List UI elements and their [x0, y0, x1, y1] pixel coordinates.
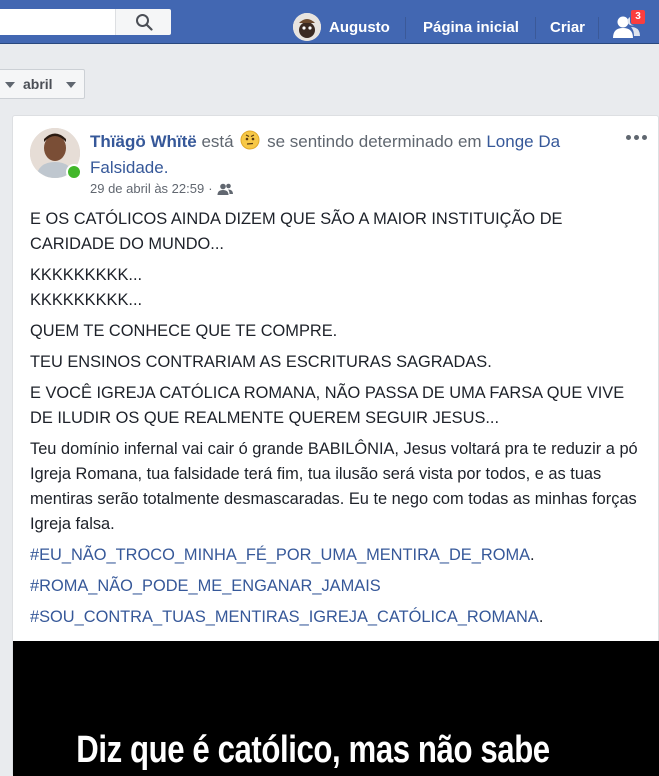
post-body: E OS CATÓLICOS AINDA DIZEM QUE SÃO A MAI… [30, 207, 642, 636]
user-avatar [293, 13, 321, 41]
home-link[interactable]: Página inicial [423, 19, 519, 36]
esta-text: está [201, 132, 234, 151]
hashtag-line: #EU_NÃO_TROCO_MINHA_FÉ_POR_UMA_MENTIRA_D… [30, 543, 642, 568]
post-timestamp[interactable]: 29 de abril às 22:59 [90, 181, 204, 196]
search-button[interactable] [115, 9, 171, 35]
search-icon [135, 14, 153, 31]
online-status-indicator [66, 164, 82, 180]
hashtag-punctuation: . [538, 608, 544, 626]
post-paragraph: TEU ENSINOS CONTRARIAM AS ESCRITURAS SAG… [30, 353, 492, 371]
chevron-down-icon [5, 82, 15, 88]
chevron-down-icon [66, 82, 76, 88]
post-paragraph: E OS CATÓLICOS AINDA DIZEM QUE SÃO A MAI… [30, 210, 563, 253]
top-navigation-bar: Augusto Página inicial Criar 3 [0, 0, 659, 44]
post-options-button[interactable] [624, 128, 648, 146]
month-filter-select[interactable]: abril [0, 69, 85, 99]
friends-audience-icon[interactable] [217, 183, 233, 195]
hashtag-link[interactable]: #EU_NÃO_TROCO_MINHA_FÉ_POR_UMA_MENTIRA_D… [30, 546, 530, 564]
hashtag-link[interactable]: #ROMA_NÃO_PODE_ME_ENGANAR_JAMAIS [30, 577, 381, 595]
more-dot-icon [641, 134, 647, 140]
post-author-name[interactable]: Thïägö Whïtë [90, 132, 197, 151]
video-caption: Diz que é católico, mas não sabe [76, 729, 550, 771]
nav-divider [598, 17, 599, 39]
post-video[interactable]: Diz que é católico, mas não sabe [13, 641, 659, 776]
nav-divider [535, 17, 536, 39]
laugh-line: KKKKKKKKK... [30, 291, 143, 309]
notification-badge: 3 [630, 9, 646, 25]
more-dot-icon [625, 134, 631, 140]
post-paragraph: KKKKKKKKK... KKKKKKKKK... [30, 263, 642, 313]
month-filter-value: abril [23, 76, 53, 92]
hashtag-line: #SOU_CONTRA_TUAS_MENTIRAS_IGREJA_CATÓLIC… [30, 605, 642, 630]
feeling-text: se sentindo determinado em [267, 132, 482, 151]
place-link-line1[interactable]: Longe Da [486, 132, 560, 151]
nav-divider [405, 17, 406, 39]
post-paragraph: E VOCÊ IGREJA CATÓLICA ROMANA, NÃO PASSA… [30, 384, 625, 427]
post-header: Thïägö Whïtë está se sentindo determinad… [90, 130, 600, 179]
hashtag-punctuation: . [530, 546, 535, 564]
post-paragraph: QUEM TE CONHECE QUE TE COMPRE. [30, 322, 338, 340]
create-link[interactable]: Criar [550, 19, 585, 36]
hashtag-link[interactable]: #SOU_CONTRA_TUAS_MENTIRAS_IGREJA_CATÓLIC… [30, 608, 539, 626]
user-name-label: Augusto [329, 18, 390, 36]
place-link-line2[interactable]: Falsidade. [90, 158, 168, 177]
laugh-line: KKKKKKKKK... [30, 266, 143, 284]
profile-nav-link[interactable]: Augusto [293, 12, 390, 42]
determined-face-icon [240, 130, 260, 156]
hashtag-line: #ROMA_NÃO_PODE_ME_ENGANAR_JAMAIS [30, 574, 642, 599]
post-meta: 29 de abril às 22:59 · [90, 181, 233, 196]
meta-separator: · [208, 181, 213, 196]
more-dot-icon [633, 134, 639, 140]
post-paragraph: Teu domínio infernal vai cair ó grande B… [30, 440, 638, 533]
